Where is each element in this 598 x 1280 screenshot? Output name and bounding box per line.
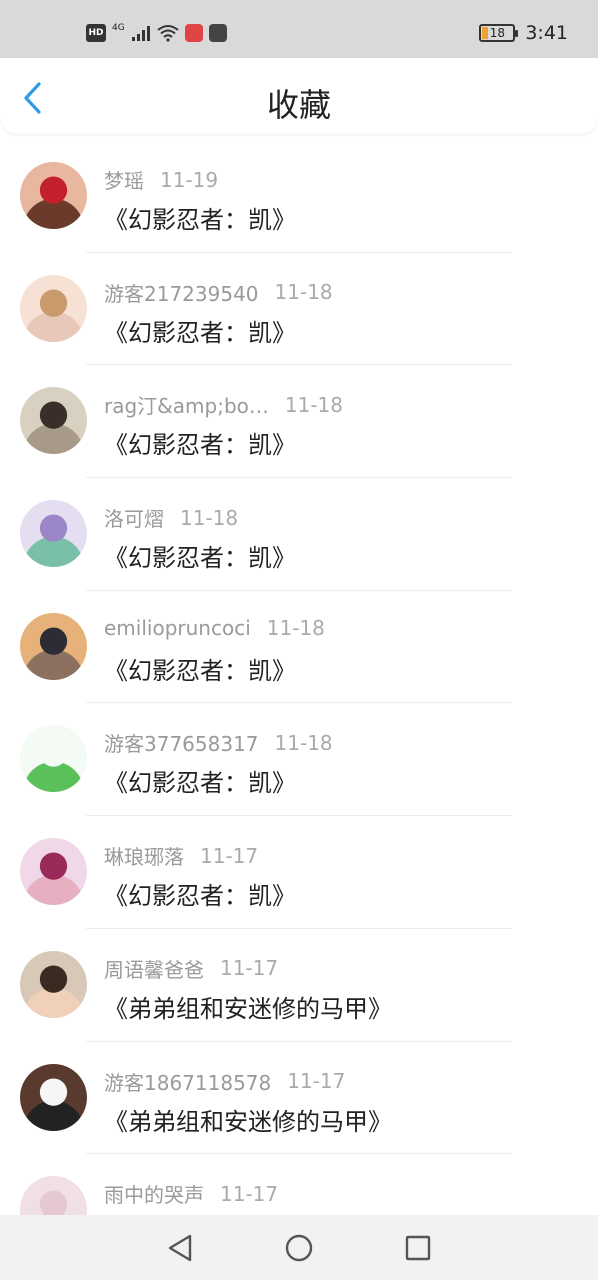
username[interactable]: 雨中的哭声 (104, 1179, 204, 1208)
nav-recents-button[interactable] (398, 1228, 438, 1268)
status-icons-left: HD 4G (86, 23, 227, 42)
system-nav-bar (0, 1215, 598, 1280)
status-icons-right: 18 3:41 (479, 22, 568, 44)
avatar[interactable] (20, 950, 87, 1018)
item-meta: 琳琅琊落 11-17 (104, 841, 258, 870)
notification-app-icon (208, 24, 227, 42)
date: 11-17 (220, 956, 279, 981)
nav-recents-icon (406, 1235, 431, 1260)
title-bar: 收藏 (0, 58, 598, 134)
nav-back-icon (168, 1234, 191, 1261)
avatar[interactable] (20, 274, 87, 342)
username[interactable]: 游客377658317 (104, 728, 259, 757)
wifi-icon (157, 25, 179, 42)
username[interactable]: 洛可熠 (104, 503, 164, 532)
date: 11-18 (266, 615, 325, 640)
favorite-item[interactable]: 雨中的哭声 11-17 (0, 1154, 598, 1215)
signal-icon (131, 26, 150, 41)
page-title: 收藏 (266, 86, 331, 124)
item-meta: 周语馨爸爸 11-17 (104, 954, 278, 983)
nav-home-button[interactable] (279, 1228, 319, 1268)
avatar[interactable] (20, 838, 87, 906)
favorite-item[interactable]: 洛可熠 11-18 《幻影忍者：凯》 (0, 478, 598, 591)
date: 11-18 (180, 505, 239, 530)
avatar[interactable] (20, 162, 87, 229)
date: 11-18 (274, 730, 333, 755)
nav-back-button[interactable] (160, 1228, 200, 1268)
avatar[interactable] (20, 612, 87, 680)
favorite-item[interactable]: 游客217239540 11-18 《幻影忍者：凯》 (0, 253, 598, 366)
clock: 3:41 (525, 22, 568, 44)
status-bar: HD 4G 18 3:41 (0, 0, 598, 58)
work-title[interactable]: 《幻影忍者：凯》 (104, 425, 296, 460)
favorites-list[interactable]: 梦瑶 11-19 《幻影忍者：凯》 游客217239540 11-18 《幻影忍… (0, 140, 598, 1215)
work-title[interactable]: 《幻影忍者：凯》 (104, 538, 296, 573)
username[interactable]: 游客1867118578 (104, 1067, 271, 1096)
favorite-item[interactable]: rag汀&amp;bo… 11-18 《幻影忍者：凯》 (0, 365, 598, 479)
username[interactable]: 游客217239540 (104, 278, 259, 307)
username[interactable]: 梦瑶 (104, 165, 144, 194)
item-meta: 游客217239540 11-18 (104, 278, 333, 307)
username[interactable]: 周语馨爸爸 (104, 954, 204, 983)
notification-app-icon (184, 24, 203, 42)
item-meta: rag汀&amp;bo… 11-18 (104, 390, 343, 419)
username[interactable]: rag汀&amp;bo… (104, 390, 269, 419)
battery-icon: 18 (479, 24, 519, 42)
item-meta: 梦瑶 11-19 (104, 165, 218, 194)
date: 11-17 (220, 1181, 279, 1206)
avatar[interactable] (20, 387, 87, 455)
favorite-item[interactable]: 周语馨爸爸 11-17 《弟弟组和安迷修的马甲》 (0, 929, 598, 1042)
date: 11-19 (160, 167, 219, 192)
favorite-item[interactable]: 游客377658317 11-18 《幻影忍者：凯》 (0, 703, 598, 817)
nav-home-icon (285, 1234, 313, 1261)
work-title[interactable]: 《弟弟组和安迷修的马甲》 (104, 1102, 392, 1137)
favorite-item[interactable]: 琳琅琊落 11-17 《幻影忍者：凯》 (0, 816, 598, 929)
item-meta: 游客1867118578 11-17 (104, 1067, 345, 1096)
date: 11-17 (287, 1069, 346, 1093)
item-meta: emiliopruncoci 11-18 (104, 616, 325, 640)
username[interactable]: 琳琅琊落 (104, 841, 184, 870)
work-title[interactable]: 《幻影忍者：凯》 (104, 313, 296, 348)
avatar[interactable] (20, 500, 87, 568)
work-title[interactable]: 《幻影忍者：凯》 (104, 876, 296, 911)
work-title[interactable]: 《幻影忍者：凯》 (104, 651, 296, 686)
item-meta: 洛可熠 11-18 (104, 503, 238, 532)
date: 11-18 (274, 280, 333, 305)
date: 11-17 (200, 843, 259, 868)
item-meta: 游客377658317 11-18 (104, 728, 333, 757)
date: 11-18 (284, 392, 343, 417)
avatar[interactable] (20, 725, 87, 793)
hd-icon: HD (86, 24, 106, 42)
work-title[interactable]: 《弟弟组和安迷修的马甲》 (104, 989, 392, 1024)
work-title[interactable]: 《幻影忍者：凯》 (104, 200, 296, 235)
username[interactable]: emiliopruncoci (104, 616, 251, 640)
favorite-item[interactable]: 游客1867118578 11-17 《弟弟组和安迷修的马甲》 (0, 1042, 598, 1155)
work-title[interactable]: 《幻影忍者：凯》 (104, 763, 296, 798)
avatar[interactable] (20, 1063, 87, 1131)
avatar[interactable] (20, 1176, 87, 1215)
battery-level: 18 (489, 26, 505, 40)
favorite-item[interactable]: 梦瑶 11-19 《幻影忍者：凯》 (0, 140, 598, 253)
item-meta: 雨中的哭声 11-17 (104, 1179, 278, 1208)
network-type-label: 4G (112, 23, 125, 33)
favorite-item[interactable]: emiliopruncoci 11-18 《幻影忍者：凯》 (0, 591, 598, 704)
